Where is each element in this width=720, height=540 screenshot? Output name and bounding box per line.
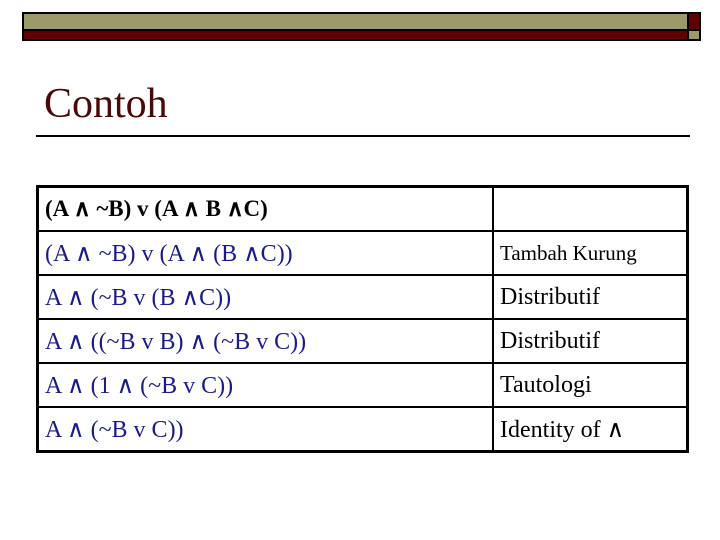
header-expression: (A ∧ ~B) v (A ∧ B ∧C) (36, 185, 494, 232)
table-header-row: (A ∧ ~B) v (A ∧ B ∧C) (36, 185, 689, 232)
reason-cell: Tambah Kurung (492, 230, 689, 276)
title-divider (36, 135, 690, 137)
table-row: A ∧ (1 ∧ (~B v C)) Tautologi (36, 362, 689, 408)
table-row: A ∧ ((~B v B) ∧ (~B v C)) Distributif (36, 318, 689, 364)
table-row: (A ∧ ~B) v (A ∧ (B ∧C)) Tambah Kurung (36, 230, 689, 276)
reason-cell: Tautologi (492, 362, 689, 408)
expression-cell: A ∧ (~B v C)) (36, 406, 494, 453)
expression-cell: A ∧ (1 ∧ (~B v C)) (36, 362, 494, 408)
header-band-maroon (22, 29, 689, 41)
header-reason (492, 185, 689, 232)
reason-cell: Distributif (492, 318, 689, 364)
reason-cell: Distributif (492, 274, 689, 320)
proof-table: (A ∧ ~B) v (A ∧ B ∧C) (A ∧ ~B) v (A ∧ (B… (36, 185, 689, 453)
reason-cell: Identity of ∧ (492, 406, 689, 453)
expression-cell: A ∧ ((~B v B) ∧ (~B v C)) (36, 318, 494, 364)
expression-cell: (A ∧ ~B) v (A ∧ (B ∧C)) (36, 230, 494, 276)
expression-cell: A ∧ (~B v (B ∧C)) (36, 274, 494, 320)
slide-title: Contoh (44, 81, 168, 127)
table-row: A ∧ (~B v C)) Identity of ∧ (36, 406, 689, 453)
table-row: A ∧ (~B v (B ∧C)) Distributif (36, 274, 689, 320)
header-square-olive (687, 29, 701, 41)
